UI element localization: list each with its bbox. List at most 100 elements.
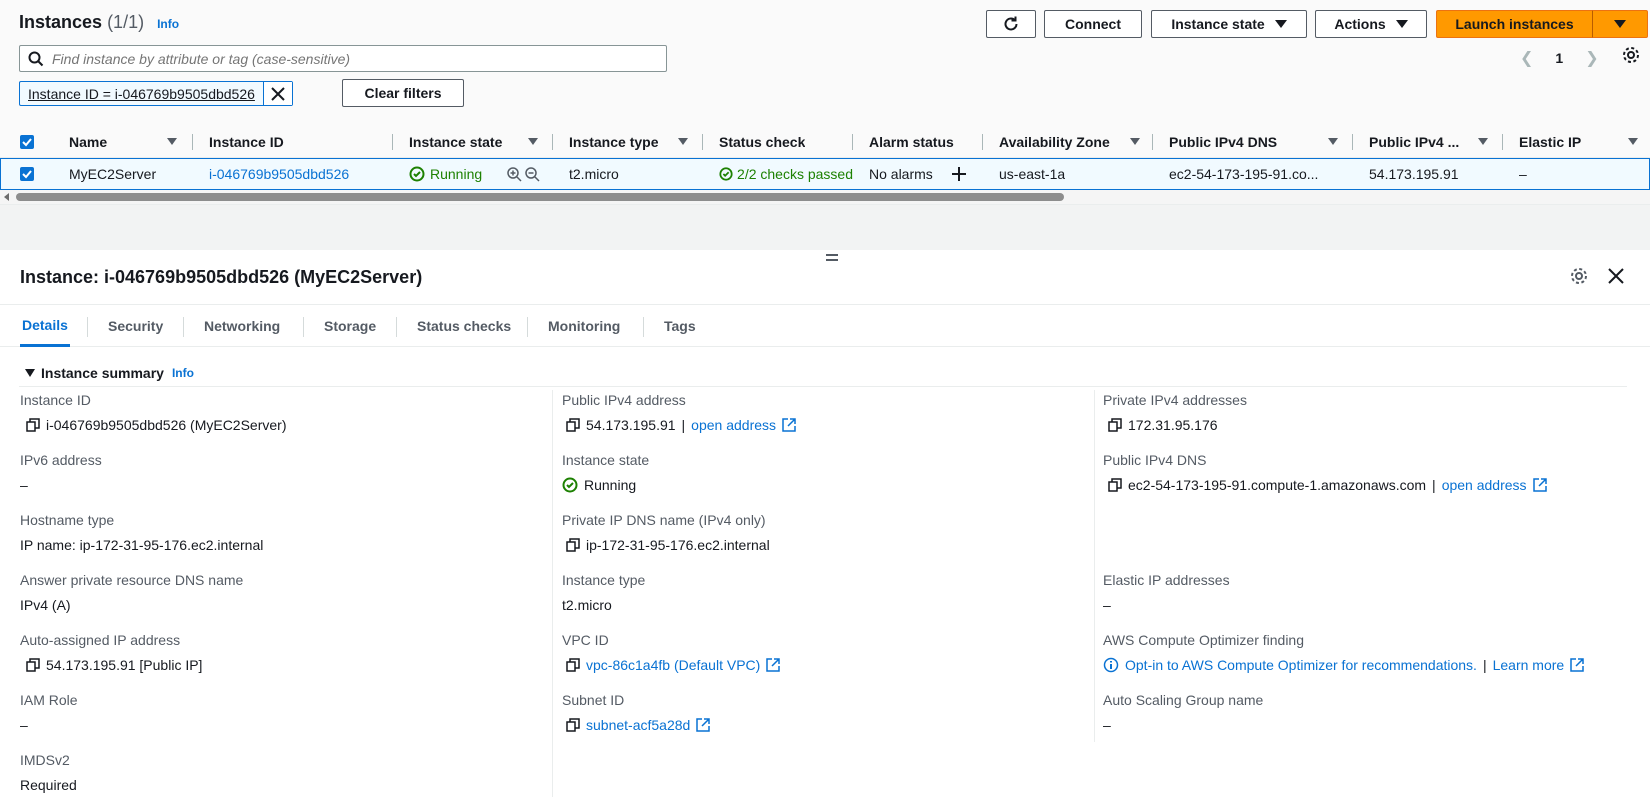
status-success-icon <box>409 166 425 182</box>
scrollbar-thumb[interactable] <box>16 193 1064 201</box>
close-icon[interactable] <box>1607 267 1625 285</box>
copy-icon[interactable] <box>26 658 40 672</box>
copy-icon[interactable] <box>566 418 580 432</box>
remove-filter-button[interactable] <box>262 82 292 105</box>
clear-filters-button[interactable]: Clear filters <box>342 79 464 107</box>
next-page-icon[interactable]: ❯ <box>1585 48 1598 68</box>
search-input[interactable] <box>52 50 642 67</box>
field-auto-scaling-group: Auto Scaling Group name – <box>1103 692 1263 736</box>
external-link-icon[interactable] <box>766 658 781 672</box>
copy-icon[interactable] <box>566 718 580 732</box>
row-checkbox[interactable] <box>20 159 34 189</box>
table-row[interactable]: MyEC2Server i-046769b9505dbd526 Running … <box>0 158 1650 190</box>
sort-icon[interactable] <box>1130 138 1140 145</box>
tab-monitoring[interactable]: Monitoring <box>548 305 620 347</box>
column-separator[interactable] <box>392 134 393 150</box>
zoom-in-icon[interactable] <box>506 166 522 182</box>
instance-state-button[interactable]: Instance state <box>1151 10 1307 38</box>
field-label: Auto Scaling Group name <box>1103 692 1264 708</box>
tab-networking[interactable]: Networking <box>204 305 280 347</box>
filter-token-label[interactable]: Instance ID = i-046769b9505dbd526 <box>20 82 263 105</box>
column-separator[interactable] <box>982 134 983 150</box>
optimizer-opt-in-link[interactable]: Opt-in to AWS Compute Optimizer for reco… <box>1125 657 1477 673</box>
gear-icon[interactable] <box>1622 46 1640 64</box>
field-instance-type: Instance type t2.micro <box>562 572 645 616</box>
copy-icon[interactable] <box>1108 418 1122 432</box>
info-link[interactable]: Info <box>172 366 194 380</box>
instance-summary-header[interactable]: Instance summary Info <box>25 365 194 381</box>
sort-icon[interactable] <box>1328 138 1338 145</box>
column-separator[interactable] <box>1502 134 1503 150</box>
field-label: Private IPv4 addresses <box>1103 392 1247 408</box>
sort-icon[interactable] <box>1628 138 1638 145</box>
column-header-instance-id[interactable]: Instance ID <box>209 126 284 157</box>
page-number[interactable]: 1 <box>1555 50 1563 66</box>
select-all-checkbox[interactable] <box>20 126 34 157</box>
refresh-button[interactable] <box>986 10 1036 38</box>
field-label: Auto-assigned IP address <box>20 632 181 648</box>
sort-icon[interactable] <box>167 138 177 145</box>
column-header-elastic-ip[interactable]: Elastic IP <box>1519 126 1581 157</box>
copy-icon[interactable] <box>566 538 580 552</box>
column-separator[interactable] <box>192 134 193 150</box>
field-subnet-id: Subnet ID subnet-acf5a28d <box>562 692 711 736</box>
sort-icon[interactable] <box>1478 138 1488 145</box>
column-separator[interactable] <box>1152 134 1153 150</box>
caret-down-icon <box>1614 20 1626 28</box>
tab-storage[interactable]: Storage <box>324 305 376 347</box>
add-alarm-button[interactable] <box>951 159 967 189</box>
external-link-icon[interactable] <box>696 718 711 732</box>
tab-tags[interactable]: Tags <box>664 305 696 347</box>
column-header-alarm-status[interactable]: Alarm status <box>869 126 954 157</box>
copy-icon[interactable] <box>26 418 40 432</box>
search-box[interactable] <box>19 45 667 72</box>
tab-details[interactable]: Details <box>20 305 70 347</box>
gear-icon[interactable] <box>1570 267 1588 285</box>
field-label: Instance state <box>562 452 650 468</box>
learn-more-link[interactable]: Learn more <box>1493 657 1565 673</box>
external-link-icon[interactable] <box>782 418 796 432</box>
column-header-status-check[interactable]: Status check <box>719 126 805 157</box>
column-separator[interactable] <box>852 134 853 150</box>
column-separator[interactable] <box>1352 134 1353 150</box>
launch-instances-button[interactable]: Launch instances <box>1436 10 1592 38</box>
scroll-left-icon[interactable] <box>4 193 9 201</box>
field-label: Private IP DNS name (IPv4 only) <box>562 512 766 528</box>
copy-icon[interactable] <box>566 658 580 672</box>
column-header-public-ipv4[interactable]: Public IPv4 ... <box>1369 126 1459 157</box>
prev-page-icon[interactable]: ❮ <box>1520 48 1533 68</box>
column-header-instance-type[interactable]: Instance type <box>569 126 658 157</box>
row-instance-id-link[interactable]: i-046769b9505dbd526 <box>209 159 349 189</box>
row-elastic-ip: – <box>1519 166 1527 182</box>
external-link-icon[interactable] <box>1532 478 1547 492</box>
external-link-icon[interactable] <box>1570 658 1584 672</box>
vpc-link[interactable]: vpc-86c1a4fb (Default VPC) <box>586 657 760 673</box>
connect-button[interactable]: Connect <box>1044 10 1142 38</box>
open-address-link[interactable]: open address <box>691 417 776 433</box>
field-label: Elastic IP addresses <box>1103 572 1230 588</box>
zoom-out-icon[interactable] <box>524 166 540 182</box>
resize-handle[interactable] <box>826 254 838 264</box>
actions-button[interactable]: Actions <box>1315 10 1427 38</box>
column-separator[interactable] <box>552 134 553 150</box>
column-header-availability-zone[interactable]: Availability Zone <box>999 126 1110 157</box>
sort-icon[interactable] <box>528 138 538 145</box>
sort-icon[interactable] <box>678 138 688 145</box>
subnet-link[interactable]: subnet-acf5a28d <box>586 717 690 733</box>
column-separator[interactable] <box>702 134 703 150</box>
horizontal-scrollbar[interactable] <box>0 190 1650 204</box>
field-value: IP name: ip-172-31-95-176.ec2.internal <box>20 537 264 553</box>
launch-options-button[interactable] <box>1592 10 1648 38</box>
open-address-link[interactable]: open address <box>1442 477 1527 493</box>
field-label: Instance ID <box>20 392 91 408</box>
tab-security[interactable]: Security <box>108 305 163 347</box>
column-header-public-dns[interactable]: Public IPv4 DNS <box>1169 126 1277 157</box>
copy-icon[interactable] <box>1108 478 1122 492</box>
column-divider <box>552 390 553 797</box>
info-link[interactable]: Info <box>157 17 179 31</box>
row-status-check[interactable]: 2/2 checks passed <box>719 159 853 189</box>
column-header-name[interactable]: Name <box>69 126 107 157</box>
tab-status-checks[interactable]: Status checks <box>417 305 511 347</box>
column-header-instance-state[interactable]: Instance state <box>409 126 502 157</box>
field-instance-id: Instance ID i-046769b9505dbd526 (MyEC2Se… <box>20 392 286 436</box>
